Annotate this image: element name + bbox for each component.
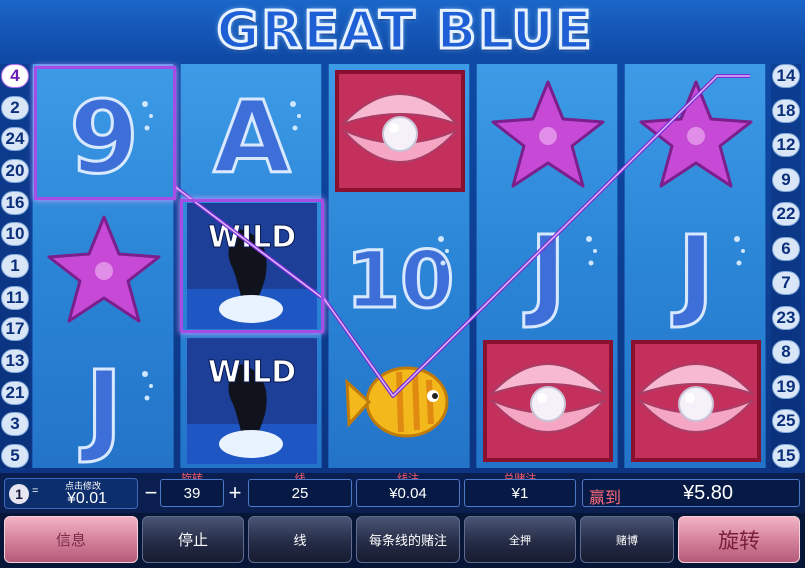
symbol-j: J [625,199,767,333]
total-bet-field: ¥1 [464,479,576,507]
svg-text:10: 10 [346,236,455,326]
line-number-badge[interactable]: 4 [1,64,29,88]
line-number-badge[interactable]: 22 [772,202,800,227]
left-line-numbers: 4 2 24 20 16 10 1 11 17 13 21 3 5 [0,64,30,468]
svg-text:WILD: WILD [208,220,296,255]
lines-field: 25 [248,479,352,507]
symbol-9: 9 [33,64,175,198]
svg-text:A: A [213,79,290,196]
line-number-badge[interactable]: 18 [772,98,800,123]
line-bet-field: ¥0.04 [356,479,460,507]
coin-badge: 1 [9,484,29,504]
line-number-badge[interactable]: 11 [1,285,29,310]
bet-per-line-button[interactable]: 每条线的赌注 [356,516,460,563]
line-number-badge[interactable]: 13 [1,348,29,373]
symbol-pearl-clam [477,334,619,468]
info-button[interactable]: 信息 [4,516,138,563]
right-line-numbers: 14 18 12 9 22 6 7 23 8 19 25 15 [771,64,801,468]
symbol-pearl-clam [625,334,767,468]
stop-button[interactable]: 停止 [142,516,244,563]
symbol-10: 10 [329,199,471,333]
line-number-badge[interactable]: 5 [1,443,29,468]
symbol-j: J [477,199,619,333]
gamble-button[interactable]: 赌博 [580,516,674,563]
symbol-j: J [33,334,175,468]
svg-text:J: J [523,214,566,331]
symbol-wild: WILD [181,199,323,333]
reel-4: J [476,64,618,468]
reel-5: J [624,64,766,468]
symbol-a: A [181,64,323,198]
button-bar: 信息 停止 线 每条线的赌注 全押 赌博 旋转 [0,513,805,568]
info-bar: 1 = 点击修改 ¥0.01 − 旋转 39 + 线 25 线注 ¥0.04 总… [0,473,805,513]
reel-1: 9 J [32,64,174,468]
line-number-badge[interactable]: 1 [1,253,29,278]
game-title: GREAT BLUE [215,0,594,63]
win-label: 赢到 [589,490,622,507]
reels-area: 9 J A WILD WILD 10 J J [32,64,769,468]
line-number-badge[interactable]: 9 [772,167,800,192]
line-number-badge[interactable]: 21 [1,380,29,405]
symbol-starfish [625,64,767,198]
line-number-badge[interactable]: 15 [772,443,800,468]
line-number-badge[interactable]: 2 [1,95,29,120]
svg-text:J: J [79,349,122,466]
coin-value: ¥0.01 [67,490,108,507]
line-number-badge[interactable]: 24 [1,127,29,152]
line-number-badge[interactable]: 16 [1,190,29,215]
win-value: ¥5.80 [683,482,734,504]
symbol-starfish [33,199,175,333]
line-number-badge[interactable]: 19 [772,374,800,399]
spin-plus-button[interactable]: + [226,479,244,507]
svg-text:J: J [671,214,714,331]
svg-text:WILD: WILD [208,355,296,390]
symbol-starfish [477,64,619,198]
symbol-wild: WILD [181,334,323,468]
line-number-badge[interactable]: 8 [772,340,800,365]
line-number-badge[interactable]: 17 [1,317,29,342]
line-number-badge[interactable]: 3 [1,412,29,437]
reel-3: 10 [328,64,470,468]
line-number-badge[interactable]: 10 [1,222,29,247]
reel-2: A WILD WILD [180,64,322,468]
line-number-badge[interactable]: 7 [772,271,800,296]
spin-minus-button[interactable]: − [142,479,160,507]
max-bet-button[interactable]: 全押 [464,516,576,563]
line-number-badge[interactable]: 14 [772,64,800,88]
symbol-fish [329,334,471,468]
win-field: 赢到 ¥5.80 [582,479,800,507]
coin-value-box[interactable]: 1 = 点击修改 ¥0.01 [4,478,138,509]
spin-count-field[interactable]: 39 [160,479,224,507]
svg-text:9: 9 [69,79,139,196]
line-number-badge[interactable]: 6 [772,236,800,261]
line-number-badge[interactable]: 23 [772,305,800,330]
line-number-badge[interactable]: 12 [772,133,800,158]
lines-button[interactable]: 线 [248,516,352,563]
line-number-badge[interactable]: 20 [1,158,29,183]
line-number-badge[interactable]: 25 [772,409,800,434]
spin-button[interactable]: 旋转 [678,516,800,563]
slot-game: GREAT BLUE 4 2 24 20 16 10 1 11 17 13 21 3 5 14 18 12 9… [0,0,805,568]
coin-equals: = [32,485,39,497]
symbol-pearl-clam [329,64,471,198]
